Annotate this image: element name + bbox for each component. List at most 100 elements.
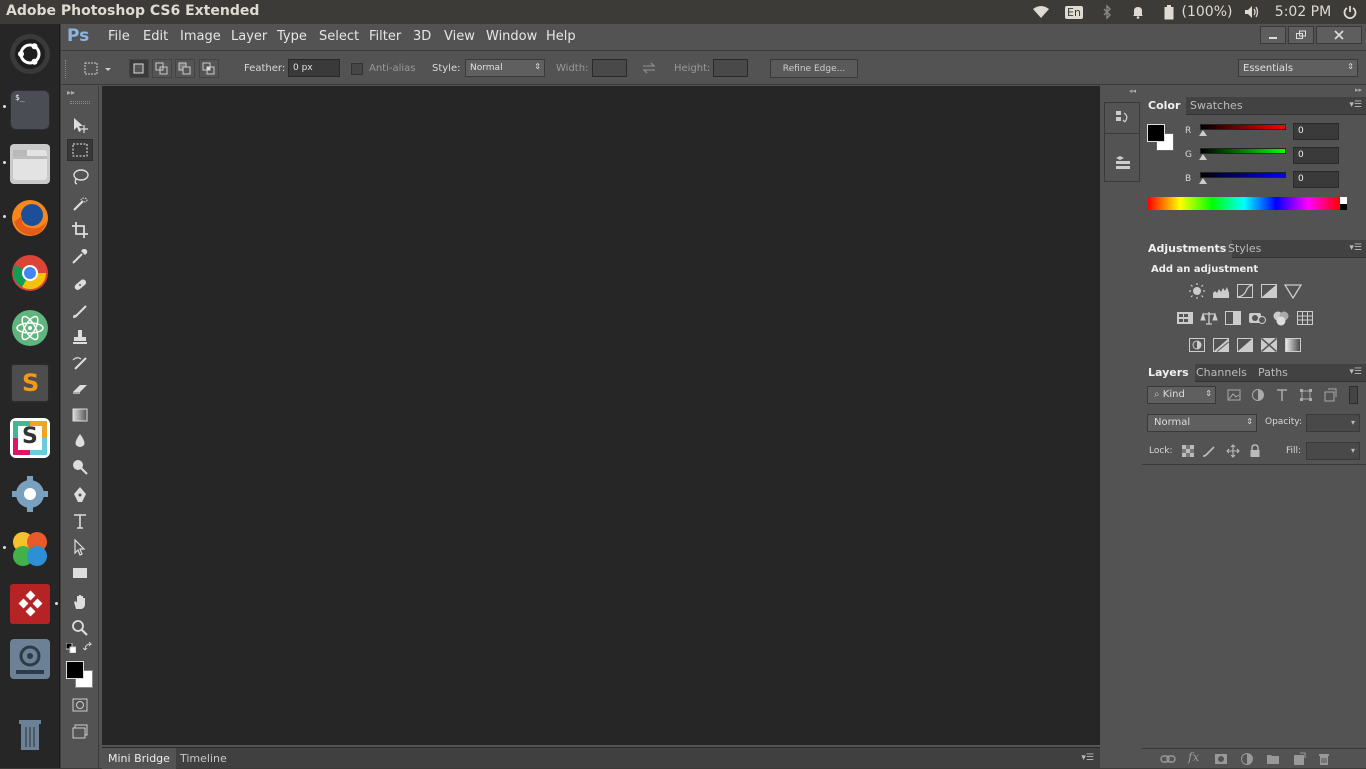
vibrance-icon[interactable]	[1284, 283, 1302, 299]
refine-edge-button[interactable]: Refine Edge...	[770, 59, 858, 78]
slider-handle-icon[interactable]	[1199, 178, 1207, 184]
clock[interactable]: 5:02 PM	[1272, 0, 1334, 24]
pen-tool-icon[interactable]	[67, 484, 93, 506]
panel-menu-icon[interactable]: ▾☰	[1349, 367, 1362, 377]
firefox-icon[interactable]	[10, 198, 50, 238]
pinwheel-app-icon[interactable]	[10, 529, 50, 569]
channel-g-value[interactable]: 0	[1293, 147, 1339, 164]
photo-filter-icon[interactable]	[1248, 310, 1266, 326]
properties-panel-icon[interactable]	[1114, 153, 1132, 171]
height-input[interactable]	[713, 59, 748, 77]
filter-smart-objects-icon[interactable]	[1323, 388, 1337, 402]
dock-expand-icon[interactable]: ◂◂	[1104, 87, 1140, 97]
menu-file[interactable]: File	[108, 29, 130, 44]
tab-channels[interactable]: Channels	[1190, 364, 1253, 382]
channel-r-slider[interactable]	[1200, 124, 1286, 130]
fill-input[interactable]: ▾	[1306, 442, 1360, 460]
menu-window[interactable]: Window	[486, 29, 537, 44]
spectrum-black-swatch[interactable]	[1340, 204, 1347, 210]
rectangular-marquee-tool-icon[interactable]	[67, 139, 93, 161]
gradient-tool-icon[interactable]	[67, 404, 93, 426]
power-icon[interactable]	[1340, 0, 1360, 24]
atom-icon[interactable]	[10, 308, 50, 348]
panel-menu-icon[interactable]: ▾☰	[1349, 243, 1362, 253]
new-selection-mode[interactable]	[129, 59, 149, 78]
posterize-icon[interactable]	[1212, 337, 1230, 353]
menu-edit[interactable]: Edit	[143, 29, 168, 44]
tab-color[interactable]: Color	[1142, 97, 1187, 115]
notification-bell-icon[interactable]	[1128, 0, 1148, 24]
layer-style-fx-icon[interactable]: fx	[1188, 750, 1199, 764]
color-fg-swatch[interactable]	[1147, 124, 1165, 142]
subtract-selection-mode[interactable]	[175, 59, 195, 78]
channel-r-value[interactable]: 0	[1293, 123, 1339, 140]
link-layers-icon[interactable]	[1160, 753, 1176, 765]
close-button[interactable]	[1316, 26, 1362, 44]
channel-b-value[interactable]: 0	[1293, 171, 1339, 188]
foreground-color-swatch[interactable]	[66, 661, 84, 679]
disk-app-icon[interactable]	[10, 639, 50, 679]
dodge-tool-icon[interactable]	[67, 456, 93, 478]
filter-toggle-switch[interactable]	[1349, 386, 1358, 404]
type-tool-icon[interactable]	[67, 510, 93, 532]
filter-shape-layers-icon[interactable]	[1299, 388, 1313, 402]
rectangle-tool-icon[interactable]	[67, 562, 93, 584]
history-panel-icon[interactable]	[1114, 109, 1132, 127]
antialias-checkbox[interactable]	[351, 63, 363, 75]
keyboard-indicator[interactable]: En	[1064, 0, 1084, 24]
hue-saturation-icon[interactable]	[1176, 310, 1194, 326]
menu-type[interactable]: Type	[277, 29, 307, 44]
opacity-input[interactable]: ▾	[1306, 414, 1360, 432]
lock-position-icon[interactable]	[1226, 444, 1240, 458]
panel-menu-icon[interactable]: ▾☰	[1349, 100, 1362, 110]
toolbox-collapse-icon[interactable]: ▸▸	[67, 88, 75, 97]
threshold-icon[interactable]	[1236, 337, 1254, 353]
spectrum-white-swatch[interactable]	[1340, 197, 1347, 204]
toolbox-grip[interactable]	[70, 101, 90, 104]
terminal-icon[interactable]: $_	[10, 90, 50, 130]
new-layer-icon[interactable]	[1292, 752, 1306, 766]
color-lookup-icon[interactable]	[1296, 310, 1314, 326]
filter-pixel-layers-icon[interactable]	[1227, 389, 1241, 401]
lasso-tool-icon[interactable]	[67, 166, 93, 188]
levels-icon[interactable]	[1212, 283, 1230, 299]
bluetooth-icon[interactable]	[1097, 0, 1117, 24]
brush-tool-icon[interactable]	[67, 300, 93, 322]
lock-transparent-pixels-icon[interactable]	[1182, 445, 1194, 457]
system-settings-icon[interactable]	[10, 474, 50, 514]
eraser-tool-icon[interactable]	[67, 378, 93, 400]
width-input[interactable]	[592, 59, 627, 77]
black-white-icon[interactable]	[1224, 310, 1242, 326]
curves-icon[interactable]	[1236, 283, 1254, 299]
layers-list[interactable]	[1142, 465, 1366, 748]
eyedropper-tool-icon[interactable]	[67, 245, 93, 267]
history-brush-tool-icon[interactable]	[67, 352, 93, 374]
document-canvas-area[interactable]	[102, 86, 1100, 745]
style-select[interactable]: Normal ⇕	[465, 59, 545, 77]
trash-icon[interactable]	[10, 714, 50, 754]
quick-mask-icon[interactable]	[67, 694, 93, 716]
new-group-icon[interactable]	[1266, 753, 1280, 765]
tool-preset-picker[interactable]	[83, 60, 113, 78]
tab-adjustments[interactable]: Adjustments	[1142, 240, 1233, 258]
lock-all-icon[interactable]	[1249, 444, 1261, 458]
filter-type-layers-icon[interactable]	[1275, 388, 1289, 402]
sublime-text-icon[interactable]: S	[10, 363, 50, 403]
zoom-tool-icon[interactable]	[67, 617, 93, 639]
slider-handle-icon[interactable]	[1199, 154, 1207, 160]
blend-mode-select[interactable]: Normal ⇕	[1147, 414, 1257, 432]
menu-layer[interactable]: Layer	[231, 29, 267, 44]
minimize-button[interactable]	[1260, 26, 1286, 44]
tab-timeline[interactable]: Timeline	[174, 748, 233, 769]
slack-icon[interactable]: S	[10, 418, 50, 458]
screen-mode-icon[interactable]	[67, 721, 93, 743]
menu-select[interactable]: Select	[319, 29, 359, 44]
slider-handle-icon[interactable]	[1199, 130, 1207, 136]
selective-color-icon[interactable]	[1260, 337, 1278, 353]
healing-brush-tool-icon[interactable]	[67, 274, 93, 296]
menu-filter[interactable]: Filter	[369, 29, 401, 44]
options-grip[interactable]	[65, 60, 69, 78]
channel-b-slider[interactable]	[1200, 172, 1286, 178]
tab-mini-bridge[interactable]: Mini Bridge	[102, 748, 176, 769]
intersect-selection-mode[interactable]	[199, 59, 219, 78]
